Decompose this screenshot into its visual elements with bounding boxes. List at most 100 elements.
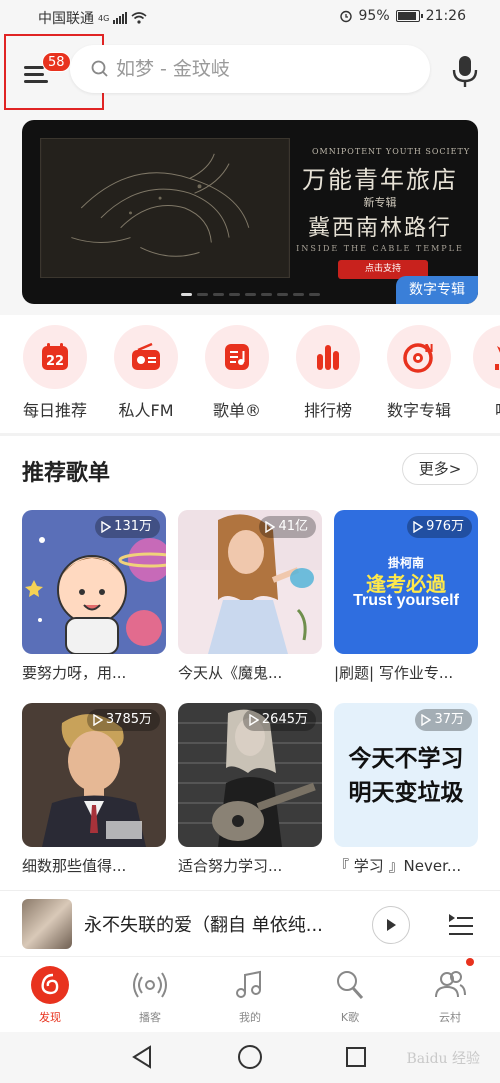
playlist-cover: 41亿 <box>178 510 322 654</box>
playlist-cover: 3785万 <box>22 703 166 847</box>
banner-section: OMNIPOTENT YOUTH SOCIETY 万能青年旅店 新专辑 冀西南林… <box>0 110 500 315</box>
home-icon[interactable] <box>237 1044 263 1070</box>
network-label: 4G <box>98 13 110 23</box>
menu-icon <box>24 66 44 69</box>
tab-label: 播客 <box>139 1011 161 1024</box>
play-icon <box>387 919 396 931</box>
quick-playlists[interactable]: 歌单® <box>192 325 282 421</box>
quick-digital-album[interactable]: N 数字专辑 <box>374 325 464 421</box>
quick-daily-recommend[interactable]: 22 每日推荐 <box>10 325 100 421</box>
back-icon[interactable] <box>130 1044 154 1070</box>
app-header: 58 <box>0 34 500 110</box>
tab-mine[interactable]: 我的 <box>215 965 285 1025</box>
partial-icon <box>495 346 500 370</box>
quick-partial-item[interactable]: 唱 <box>465 325 500 421</box>
play-count: 41亿 <box>259 516 316 538</box>
cover-text: 明天变垃圾 <box>348 780 464 806</box>
play-count: 131万 <box>95 516 160 538</box>
play-icon <box>413 521 424 533</box>
chart-icon <box>317 345 339 370</box>
tab-community[interactable]: 云村 <box>415 965 485 1025</box>
quick-label: 歌单® <box>212 401 261 420</box>
podcast-icon <box>133 972 167 998</box>
playlist-title: 『 学习 』Never... <box>334 857 462 875</box>
playlist-card[interactable]: 3785万 细数那些值得... <box>22 703 166 876</box>
playlist-cover: 131万 <box>22 510 166 654</box>
playlist-icon <box>225 344 249 370</box>
search-bar[interactable] <box>70 45 430 93</box>
carrier-label: 中国联通 <box>38 11 94 27</box>
discover-icon <box>31 966 69 1004</box>
tab-label: 我的 <box>239 1011 261 1024</box>
playlist-card[interactable]: 掛柯南 逢考必過 Trust yourself 976万 |刷题| 写作业专..… <box>334 510 478 683</box>
music-note-icon <box>236 970 261 998</box>
banner-tag: 数字专辑 <box>396 276 478 304</box>
community-icon <box>435 971 466 998</box>
tab-label: K歌 <box>340 1011 360 1024</box>
community-notification-dot <box>466 958 474 966</box>
playlist-title: |刷题| 写作业专... <box>334 664 454 682</box>
tab-karaoke[interactable]: K歌 <box>315 965 385 1025</box>
banner-pagination <box>22 293 478 296</box>
play-count: 2645万 <box>242 709 316 731</box>
radio-icon <box>132 342 160 370</box>
banner-band-name: 万能青年旅店 <box>302 166 458 194</box>
quick-charts[interactable]: 排行榜 <box>283 325 373 421</box>
play-count: 37万 <box>415 709 472 731</box>
now-playing-title: 永不失联的爱（翻自 单依纯... <box>84 915 323 936</box>
playlist-cover: 掛柯南 逢考必過 Trust yourself 976万 <box>334 510 478 654</box>
tab-label: 发现 <box>39 1011 61 1024</box>
playlist-card[interactable]: 今天不学习 明天变垃圾 37万 『 学习 』Never... <box>334 703 478 876</box>
signal-icon <box>113 12 128 24</box>
cover-text: 今天不学习 <box>348 746 464 772</box>
playlist-cover: 今天不学习 明天变垃圾 37万 <box>334 703 478 847</box>
quick-private-fm[interactable]: 私人FM <box>101 325 191 421</box>
play-button[interactable] <box>372 906 410 944</box>
notification-badge: 58 <box>42 52 71 72</box>
quick-nav: 22 每日推荐 私人FM 歌单® 排行榜 N 数字专辑 唱 <box>0 315 500 433</box>
banner-english-title: INSIDE THE CABLE TEMPLE <box>296 244 464 253</box>
playlist-title: 要努力呀，用... <box>22 664 127 682</box>
recents-icon[interactable] <box>345 1046 367 1068</box>
playlist-title: 细数那些值得... <box>22 857 127 875</box>
playlist-card[interactable]: 131万 要努力呀，用... <box>22 510 166 683</box>
tab-discover[interactable]: 发现 <box>15 965 85 1025</box>
now-playing-cover <box>22 899 72 949</box>
quick-label: 唱 <box>465 397 500 421</box>
mini-player[interactable]: 永不失联的爱（翻自 单依纯... <box>0 890 500 956</box>
play-icon <box>93 714 103 726</box>
section-divider <box>0 433 500 436</box>
battery-percent: 95% <box>358 8 390 24</box>
promo-banner[interactable]: OMNIPOTENT YOUTH SOCIETY 万能青年旅店 新专辑 冀西南林… <box>22 120 478 304</box>
status-bar: 中国联通 4G 95% 21:26 <box>0 0 500 34</box>
quick-label: 每日推荐 <box>22 401 87 420</box>
svg-text:N: N <box>424 342 433 355</box>
play-count: 3785万 <box>86 709 160 731</box>
play-icon <box>265 521 276 533</box>
watermark: Baidu 经验 <box>406 1051 480 1067</box>
play-icon <box>249 714 259 726</box>
tab-podcast[interactable]: 播客 <box>115 965 185 1025</box>
play-icon <box>421 714 432 726</box>
cover-text: Trust yourself <box>353 592 459 609</box>
playlist-card[interactable]: 2645万 适合努力学习... <box>178 703 322 876</box>
play-icon <box>101 521 112 533</box>
bottom-tab-bar: 发现 播客 我的 K歌 云村 <box>0 956 500 1032</box>
album-icon: N <box>403 342 434 373</box>
quick-label: 数字专辑 <box>386 401 451 420</box>
playlist-cover: 2645万 <box>178 703 322 847</box>
banner-artwork <box>40 138 290 278</box>
mic-icon[interactable] <box>450 53 480 89</box>
banner-subtitle: 新专辑 <box>363 196 397 209</box>
banner-eyebrow: OMNIPOTENT YOUTH SOCIETY <box>312 147 471 156</box>
playlist-card[interactable]: 41亿 今天从《魔鬼... <box>178 510 322 683</box>
playlist-title: 今天从《魔鬼... <box>178 664 283 682</box>
playlist-queue-icon[interactable] <box>445 909 475 939</box>
tab-label: 云村 <box>439 1011 461 1024</box>
calendar-icon: 22 <box>42 343 68 370</box>
battery-icon <box>395 10 423 22</box>
quick-label: 排行榜 <box>303 401 352 420</box>
search-input[interactable] <box>116 58 416 80</box>
section-title: 推荐歌单 <box>22 461 111 486</box>
more-button[interactable]: 更多> <box>402 453 478 485</box>
